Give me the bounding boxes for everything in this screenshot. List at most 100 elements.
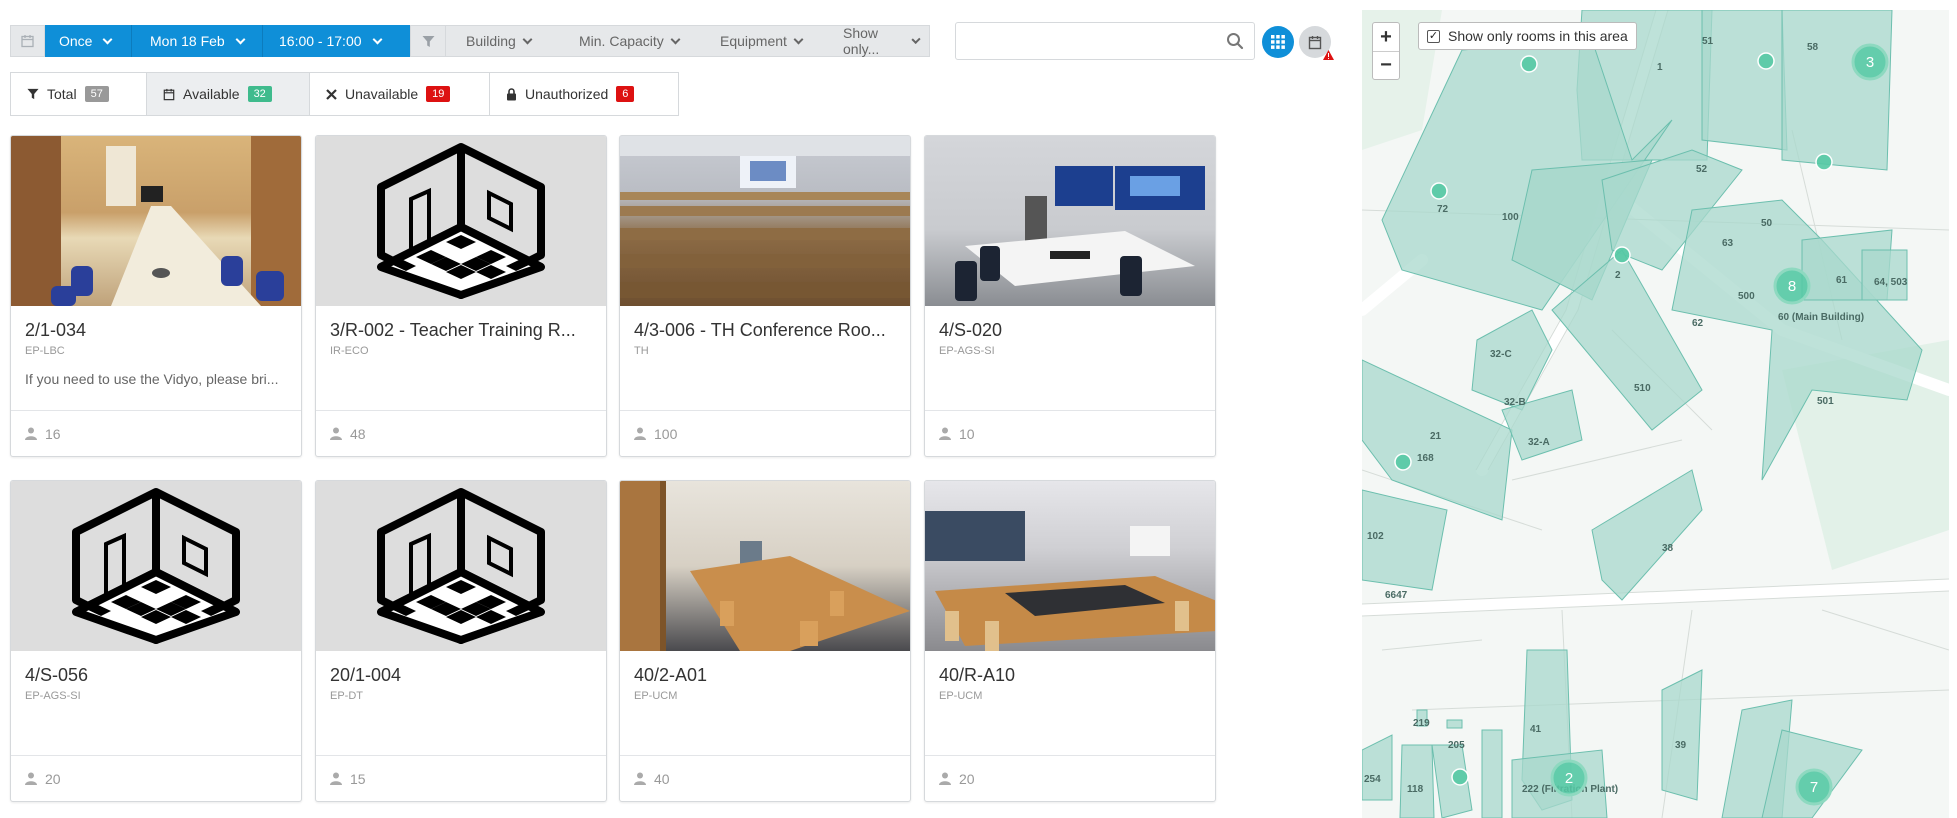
room-capacity-value: 48: [350, 425, 366, 442]
svg-text:60 (Main Building): 60 (Main Building): [1778, 312, 1864, 323]
svg-text:38: 38: [1662, 543, 1674, 554]
svg-text:3: 3: [1866, 54, 1874, 71]
stat-unavailable-count: 19: [426, 86, 451, 102]
room-capacity: 100: [620, 410, 910, 456]
user-icon: [634, 427, 646, 440]
grid-view-button[interactable]: [1262, 26, 1294, 58]
show-only-area-toggle[interactable]: ✓ Show only rooms in this area: [1418, 22, 1637, 50]
svg-text:51: 51: [1702, 36, 1714, 47]
recurrence-label: Once: [59, 33, 93, 49]
calendar-icon: [21, 35, 34, 48]
room-capacity-value: 100: [654, 425, 678, 442]
svg-text:32-A: 32-A: [1528, 437, 1550, 448]
chevron-down-icon: [372, 34, 382, 44]
capacity-filter-dropdown[interactable]: Min. Capacity: [559, 26, 700, 56]
filter-icon: [27, 88, 39, 100]
date-label: Mon 18 Feb: [150, 33, 225, 49]
stat-unauthorized-count: 6: [616, 86, 635, 102]
building-filter-dropdown[interactable]: Building: [446, 26, 559, 56]
booking-toolbar: Once Mon 18 Feb 16:00 - 17:00: [10, 25, 410, 57]
room-division: EP-UCM: [939, 690, 983, 702]
room-division: EP-DT: [330, 690, 363, 702]
room-card[interactable]: 40/2-A01 EP-UCM 40: [619, 480, 911, 802]
chevron-down-icon: [103, 34, 113, 44]
filter-bar: Building Min. Capacity Equipment Show on…: [410, 25, 930, 57]
stat-available[interactable]: Available 32: [147, 73, 310, 115]
room-division: IR-ECO: [330, 345, 369, 357]
room-card[interactable]: 2/1-034 EP-LBC If you need to use the Vi…: [10, 135, 302, 457]
timeline-view-button[interactable]: [1299, 26, 1334, 60]
checkbox-checked-icon[interactable]: ✓: [1427, 29, 1440, 43]
show-only-filter-dropdown[interactable]: Show only...: [823, 25, 929, 57]
zoom-in-button[interactable]: +: [1373, 23, 1399, 51]
room-name: 4/S-056: [25, 665, 89, 685]
svg-text:102: 102: [1367, 531, 1384, 542]
svg-text:50: 50: [1761, 218, 1773, 229]
room-capacity-value: 15: [350, 770, 366, 787]
room-placeholder-icon: [11, 481, 301, 651]
filter-toggle-button[interactable]: [411, 26, 446, 56]
svg-text:41: 41: [1530, 724, 1542, 735]
room-name: 2/1-034: [25, 320, 87, 340]
room-capacity: 20: [925, 755, 1215, 801]
time-range-dropdown[interactable]: 16:00 - 17:00: [263, 25, 410, 57]
room-name: 20/1-004: [330, 665, 402, 685]
room-card[interactable]: 40/R-A10 EP-UCM 20: [924, 480, 1216, 802]
stat-unauthorized[interactable]: Unauthorized 6: [490, 73, 678, 115]
stat-total[interactable]: Total 57: [11, 73, 147, 115]
show-only-filter-label: Show only...: [843, 25, 880, 57]
svg-text:500: 500: [1738, 291, 1755, 302]
equipment-filter-dropdown[interactable]: Equipment: [700, 26, 823, 56]
room-division: EP-AGS-SI: [939, 345, 995, 357]
room-placeholder-icon: [316, 481, 606, 651]
room-card[interactable]: 4/S-020 EP-AGS-SI 10: [924, 135, 1216, 457]
room-capacity-value: 20: [45, 770, 61, 787]
room-capacity-value: 40: [654, 770, 670, 787]
svg-text:32-B: 32-B: [1504, 397, 1526, 408]
stat-total-count: 57: [84, 86, 109, 102]
time-label: 16:00 - 17:00: [279, 33, 362, 49]
room-division: EP-LBC: [25, 345, 65, 357]
recurrence-dropdown[interactable]: Once: [45, 25, 132, 57]
room-name: 3/R-002 - Teacher Training R...: [330, 320, 576, 340]
room-name: 4/S-020: [939, 320, 1003, 340]
svg-text:64, 503: 64, 503: [1874, 277, 1908, 288]
room-photo: [925, 481, 1215, 651]
room-name: 4/3-006 - TH Conference Roo...: [634, 320, 886, 340]
stat-unauthorized-label: Unauthorized: [525, 86, 609, 102]
svg-text:2: 2: [1615, 270, 1621, 281]
building-filter-label: Building: [466, 33, 516, 49]
room-card[interactable]: 3/R-002 - Teacher Training R... IR-ECO 4…: [315, 135, 607, 457]
room-card[interactable]: 4/S-056 EP-AGS-SI 20: [10, 480, 302, 802]
chevron-down-icon: [235, 34, 246, 44]
svg-text:7: 7: [1810, 779, 1818, 796]
calendar-toggle-button[interactable]: [10, 25, 45, 57]
svg-text:52: 52: [1696, 164, 1708, 175]
room-card[interactable]: 4/3-006 - TH Conference Roo... TH 100: [619, 135, 911, 457]
room-capacity: 16: [11, 410, 301, 456]
room-search-field[interactable]: [955, 22, 1255, 60]
svg-text:61: 61: [1836, 275, 1848, 286]
svg-text:39: 39: [1675, 740, 1687, 751]
zoom-out-button[interactable]: −: [1373, 51, 1399, 79]
rooms-map[interactable]: 51 58 1 52 72 100 2 50 63 500 60 (Main Building…: [1362, 10, 1949, 818]
stat-unavailable-label: Unavailable: [345, 86, 419, 102]
svg-text:100: 100: [1502, 212, 1519, 223]
room-capacity-value: 16: [45, 425, 61, 442]
user-icon: [634, 772, 646, 785]
stat-unavailable[interactable]: Unavailable 19: [310, 73, 490, 115]
room-card[interactable]: 20/1-004 EP-DT 15: [315, 480, 607, 802]
capacity-filter-label: Min. Capacity: [579, 33, 664, 49]
room-photo: [11, 136, 301, 306]
map-canvas[interactable]: 51581 5272100 25063 50060 (Main Building…: [1362, 10, 1949, 818]
show-only-area-label: Show only rooms in this area: [1448, 28, 1628, 44]
warning-icon: [1323, 50, 1334, 60]
svg-text:62: 62: [1692, 318, 1704, 329]
svg-text:254: 254: [1364, 774, 1381, 785]
date-picker-dropdown[interactable]: Mon 18 Feb: [132, 25, 263, 57]
svg-text:2: 2: [1565, 770, 1573, 787]
lock-icon: [506, 87, 517, 101]
svg-text:58: 58: [1807, 42, 1819, 53]
search-input[interactable]: [956, 23, 1206, 59]
room-division: EP-UCM: [634, 690, 678, 702]
